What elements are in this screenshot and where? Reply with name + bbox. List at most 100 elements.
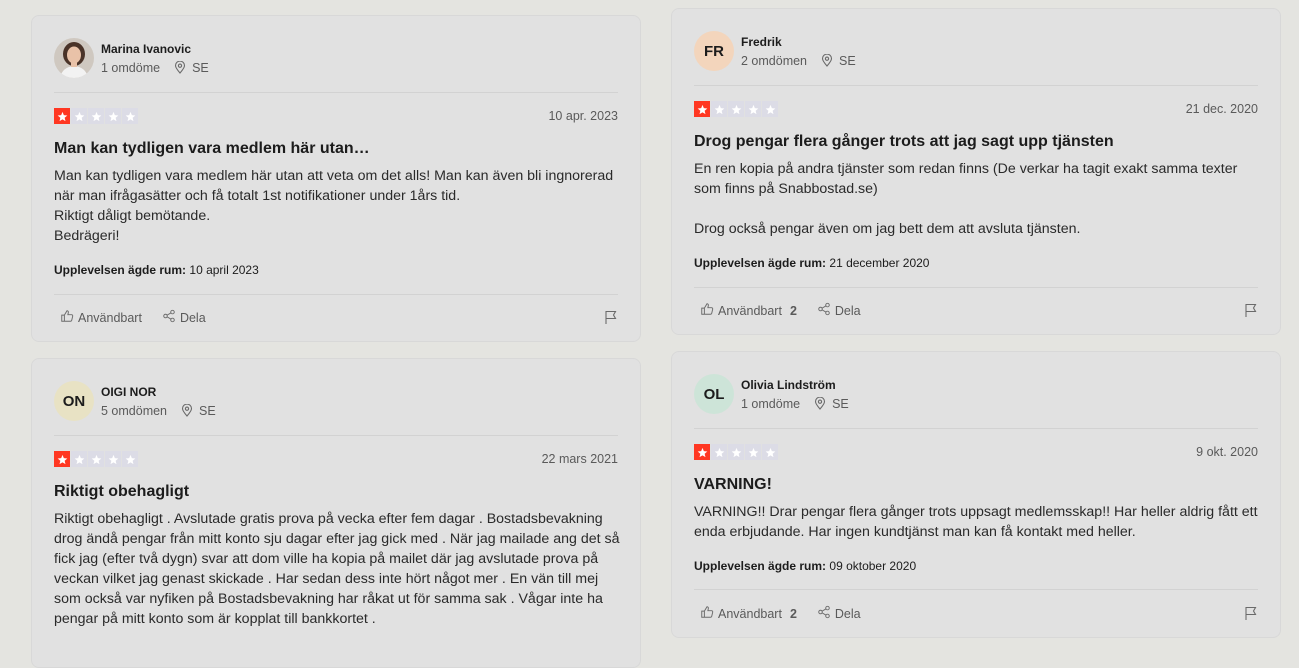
review-card: FR Fredrik 2 omdömen SE 21 dec. 2020 Dro… — [671, 8, 1281, 335]
location-pin-icon — [181, 404, 193, 417]
star-icon — [745, 101, 761, 117]
share-button[interactable]: Dela — [817, 302, 861, 319]
share-button[interactable]: Dela — [162, 309, 206, 326]
review-count: 1 omdöme — [741, 396, 801, 411]
experience-label: Upplevelsen ägde rum: — [694, 559, 827, 573]
thumbs-up-icon — [700, 605, 714, 622]
useful-button[interactable]: Användbart 2 — [700, 605, 797, 622]
location-pin-icon — [814, 397, 826, 410]
review-title[interactable]: Drog pengar flera gånger trots att jag s… — [694, 133, 1258, 151]
star-icon — [54, 108, 70, 124]
reviewer-name[interactable]: OIGI NOR — [101, 385, 216, 399]
experience-value: 09 oktober 2020 — [829, 559, 917, 573]
star-rating — [694, 101, 778, 117]
profile-photo-icon — [54, 38, 94, 78]
flag-icon[interactable] — [604, 310, 618, 325]
useful-label: Användbart — [718, 606, 782, 621]
reviewer-country: SE — [832, 396, 849, 411]
experience-label: Upplevelsen ägde rum: — [694, 256, 827, 270]
avatar[interactable]: OL — [694, 374, 734, 414]
star-icon — [105, 451, 121, 467]
reviewer-country: SE — [199, 403, 216, 418]
reviewer-name[interactable]: Marina Ivanovic — [101, 42, 209, 56]
location-pin-icon — [821, 54, 833, 67]
star-icon — [88, 108, 104, 124]
share-icon — [817, 302, 831, 319]
review-body: Man kan tydligen vara medlem här utan at… — [54, 168, 614, 244]
divider — [54, 92, 618, 93]
useful-count: 2 — [789, 303, 797, 318]
useful-label: Användbart — [78, 310, 142, 325]
experience-value: 21 december 2020 — [829, 256, 930, 270]
star-icon — [71, 451, 87, 467]
share-icon — [162, 309, 176, 326]
location-pin-icon — [174, 61, 186, 74]
useful-count: 2 — [789, 606, 797, 621]
review-date: 21 dec. 2020 — [1185, 102, 1258, 116]
thumbs-up-icon — [700, 302, 714, 319]
experience-date: Upplevelsen ägde rum: 10 april 2023 — [54, 263, 259, 277]
reviewer-country: SE — [192, 60, 209, 75]
experience-date: Upplevelsen ägde rum: 21 december 2020 — [694, 256, 929, 270]
star-icon — [54, 451, 70, 467]
reviewer-name[interactable]: Fredrik — [741, 35, 856, 49]
share-button[interactable]: Dela — [817, 605, 861, 622]
star-icon — [728, 444, 744, 460]
star-icon — [711, 101, 727, 117]
review-body: Riktigt obehagligt . Avslutade gratis pr… — [54, 511, 620, 627]
star-icon — [122, 451, 138, 467]
review-card: ON OIGI NOR 5 omdömen SE 22 mars 2021 Ri… — [31, 358, 641, 668]
star-icon — [745, 444, 761, 460]
review-body: En ren kopia på andra tjänster som redan… — [694, 161, 1238, 237]
useful-button[interactable]: Användbart — [60, 309, 142, 326]
thumbs-up-icon — [60, 309, 74, 326]
star-rating — [694, 444, 778, 460]
share-label: Dela — [834, 606, 861, 621]
avatar[interactable] — [54, 38, 94, 78]
flag-icon[interactable] — [1244, 606, 1258, 621]
share-icon — [817, 605, 831, 622]
reviewer-country: SE — [839, 53, 856, 68]
review-title[interactable]: Man kan tydligen vara medlem här utan… — [54, 140, 618, 158]
review-card: OL Olivia Lindström 1 omdöme SE 9 okt. 2… — [671, 351, 1281, 638]
divider — [54, 294, 618, 295]
star-icon — [105, 108, 121, 124]
star-icon — [694, 101, 710, 117]
star-rating — [54, 108, 138, 124]
useful-label: Användbart — [718, 303, 782, 318]
review-body: VARNING!! Drar pengar flera gånger trots… — [694, 504, 1258, 540]
review-date: 10 apr. 2023 — [548, 109, 618, 123]
review-card: Marina Ivanovic 1 omdöme SE 10 apr. 2023… — [31, 15, 641, 342]
experience-date: Upplevelsen ägde rum: 09 oktober 2020 — [694, 559, 916, 573]
review-date: 9 okt. 2020 — [1196, 445, 1258, 459]
star-icon — [762, 101, 778, 117]
star-icon — [711, 444, 727, 460]
share-label: Dela — [179, 310, 206, 325]
review-count: 5 omdömen — [101, 403, 168, 418]
star-icon — [762, 444, 778, 460]
reviewer-name[interactable]: Olivia Lindström — [741, 378, 849, 392]
star-rating — [54, 451, 138, 467]
avatar[interactable]: ON — [54, 381, 94, 421]
divider — [694, 589, 1258, 590]
star-icon — [88, 451, 104, 467]
avatar[interactable]: FR — [694, 31, 734, 71]
useful-button[interactable]: Användbart 2 — [700, 302, 797, 319]
star-icon — [71, 108, 87, 124]
star-icon — [728, 101, 744, 117]
review-count: 2 omdömen — [741, 53, 808, 68]
divider — [694, 428, 1258, 429]
experience-label: Upplevelsen ägde rum: — [54, 263, 187, 277]
review-count: 1 omdöme — [101, 60, 161, 75]
star-icon — [122, 108, 138, 124]
divider — [694, 85, 1258, 86]
divider — [694, 287, 1258, 288]
share-label: Dela — [834, 303, 861, 318]
divider — [54, 435, 618, 436]
review-date: 22 mars 2021 — [541, 452, 618, 466]
flag-icon[interactable] — [1244, 303, 1258, 318]
review-title[interactable]: Riktigt obehagligt — [54, 483, 618, 501]
review-title[interactable]: VARNING! — [694, 476, 1258, 494]
star-icon — [694, 444, 710, 460]
experience-value: 10 april 2023 — [189, 263, 259, 277]
